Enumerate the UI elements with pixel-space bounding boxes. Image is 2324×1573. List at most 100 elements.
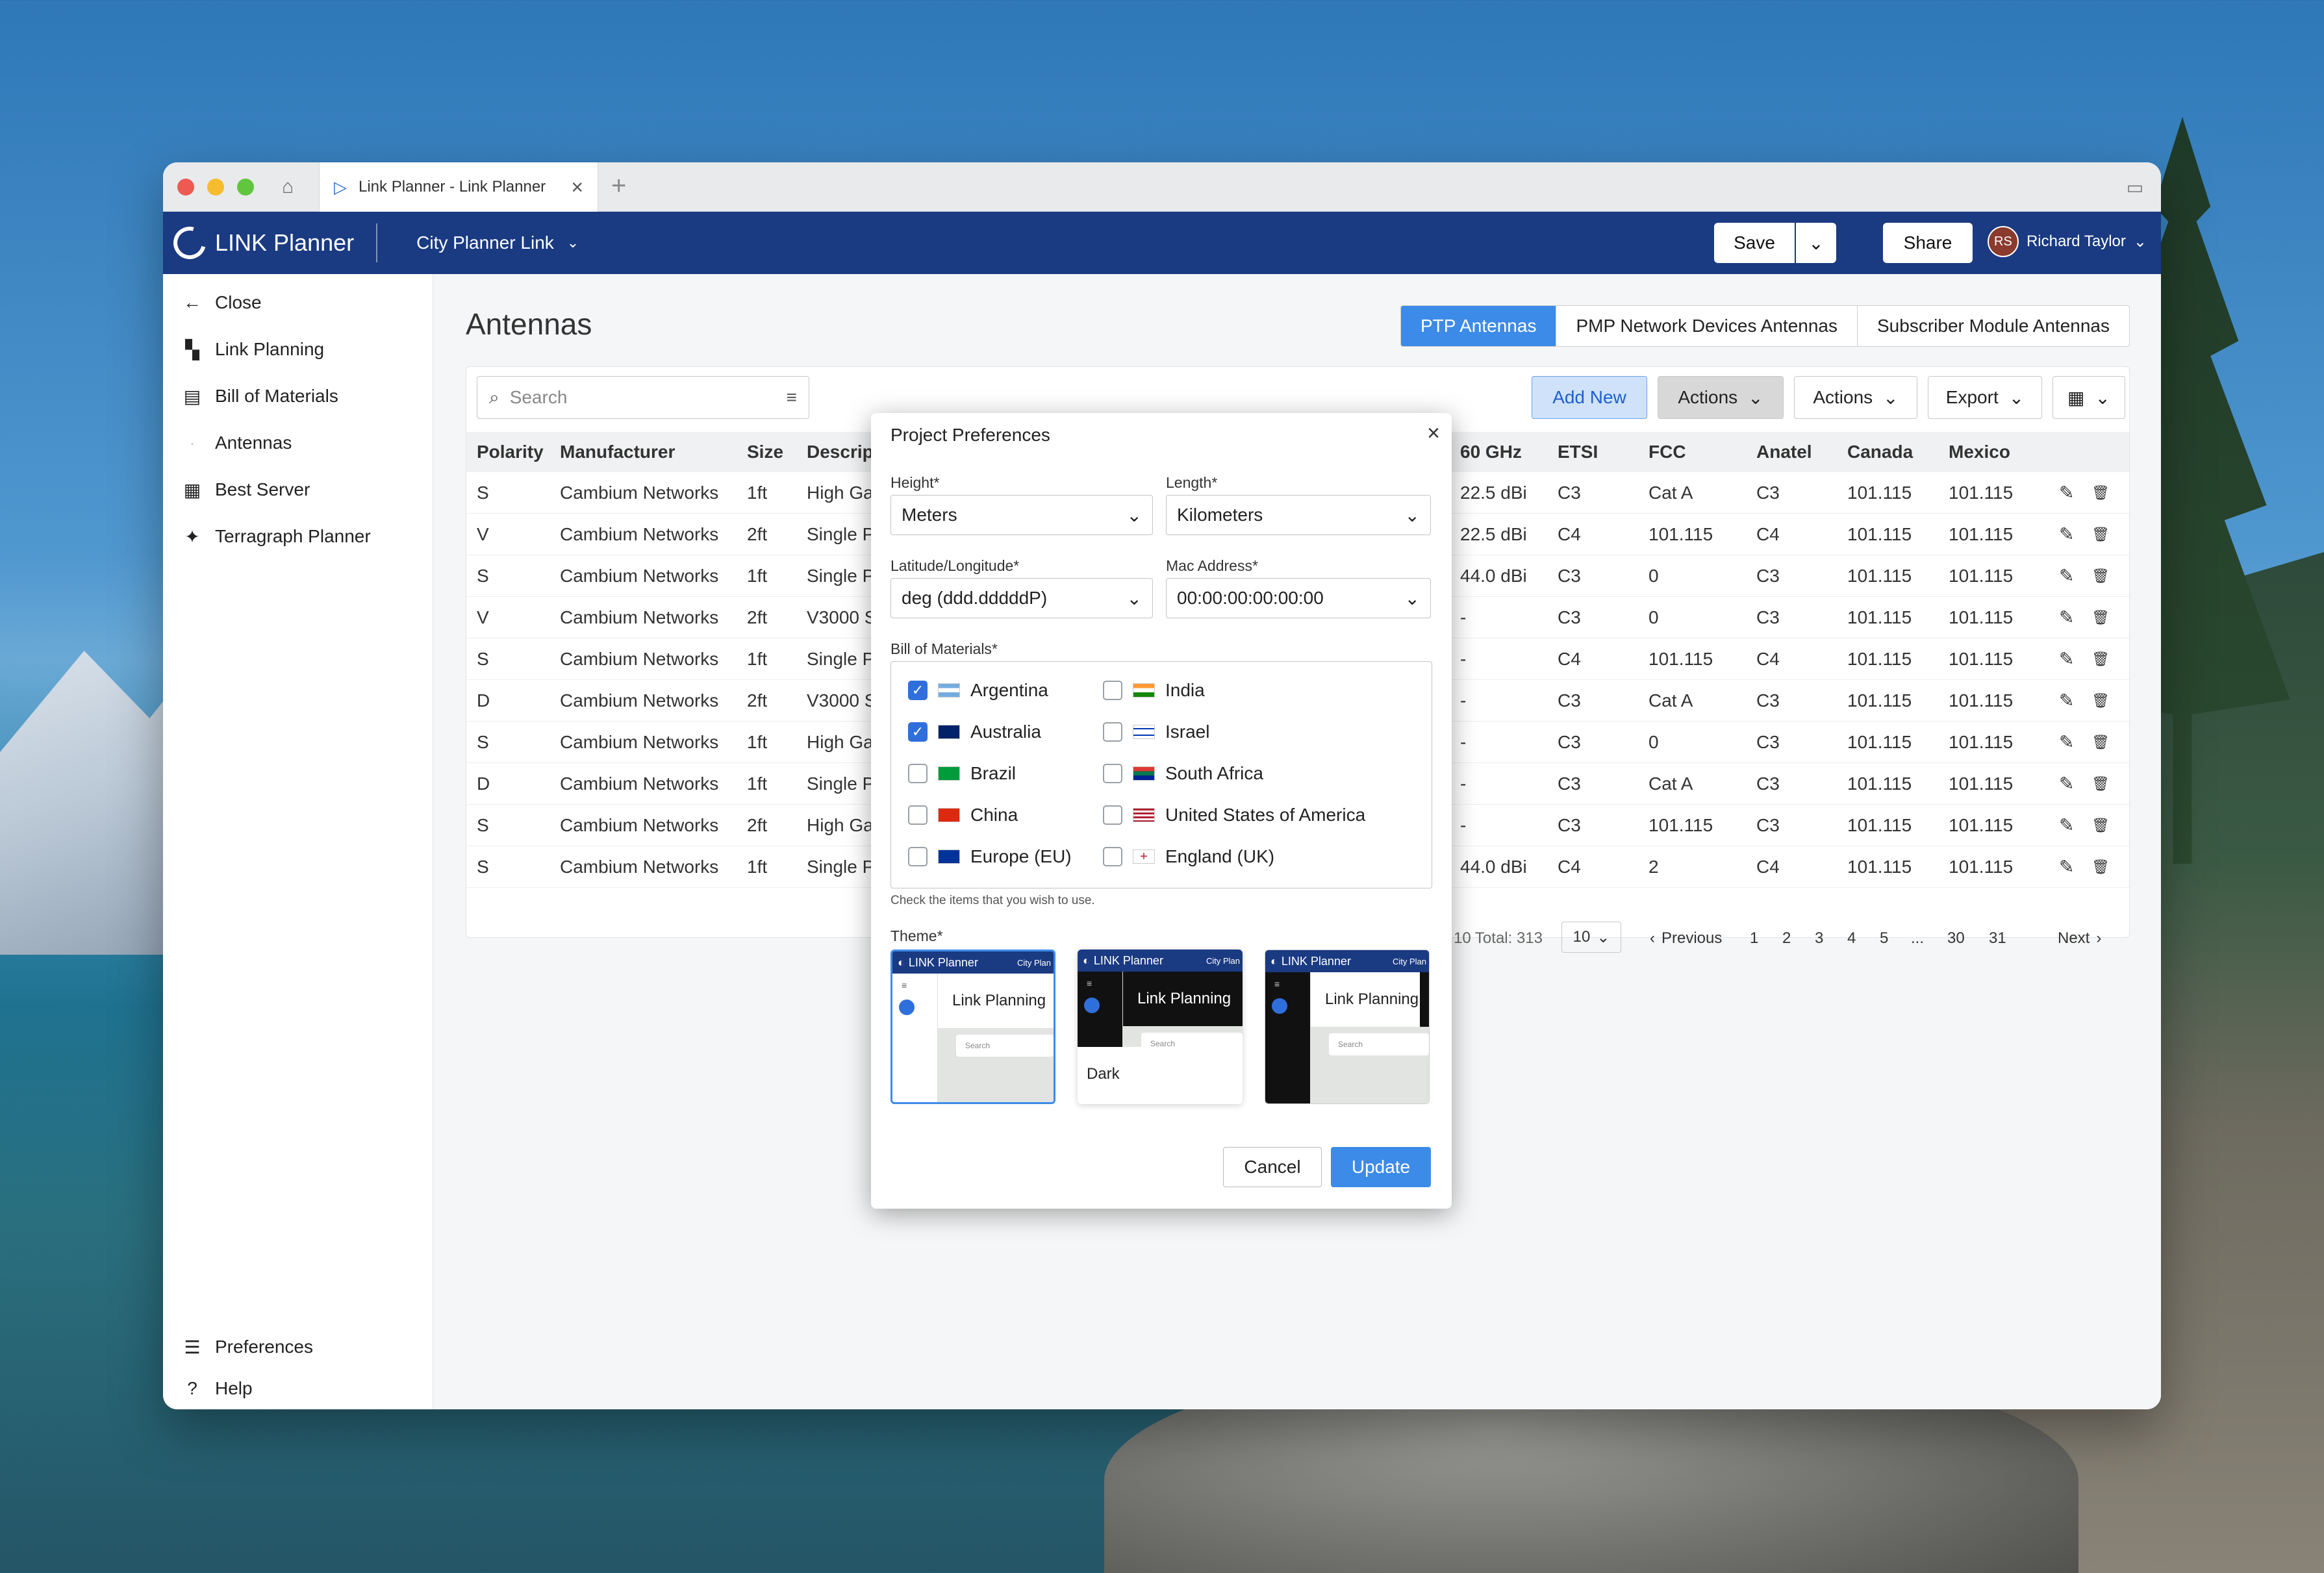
theme-light-option[interactable]: ◐ LINK Planner City Plan ≡ Link Planning Sear… (890, 950, 1055, 1104)
sidebar-item-preferences[interactable]: ☰ Preferences (163, 1326, 433, 1368)
tab-pmp-network-devices-antennas[interactable]: PMP Network Devices Antennas (1556, 306, 1858, 346)
column-header[interactable]: Descript (807, 442, 879, 462)
checkbox[interactable] (1103, 722, 1122, 742)
column-header[interactable]: ETSI (1558, 442, 1598, 462)
update-button[interactable]: Update (1331, 1147, 1431, 1187)
app-logo[interactable]: LINK Planner (163, 220, 354, 266)
checkbox[interactable] (1103, 681, 1122, 700)
filter-icon[interactable]: ≡ (787, 387, 797, 408)
delete-icon[interactable]: 🗑 (2091, 859, 2110, 875)
edit-icon[interactable]: ✎ (2059, 856, 2074, 877)
edit-icon[interactable]: ✎ (2059, 482, 2074, 503)
column-header[interactable]: Size (747, 442, 783, 462)
delete-icon[interactable]: 🗑 (2091, 651, 2110, 668)
sidebar-item-bill-of-materials[interactable]: ▤ Bill of Materials (163, 373, 433, 420)
add-new-button[interactable]: Add New (1532, 376, 1647, 419)
project-selector[interactable]: City Planner Link ⌄ (416, 233, 579, 253)
tab-ptp-antennas[interactable]: PTP Antennas (1400, 306, 1557, 346)
checkbox[interactable] (908, 805, 928, 825)
checkbox[interactable] (908, 764, 928, 783)
previous-button[interactable]: ‹ Previous (1650, 929, 1722, 948)
edit-icon[interactable]: ✎ (2059, 648, 2074, 670)
column-header[interactable]: Mexico (1949, 442, 2010, 462)
bom-item-europe-eu[interactable]: Europe (EU) (908, 846, 1072, 867)
minimize-window-button[interactable] (207, 179, 224, 195)
height-select[interactable]: Meters ⌄ (890, 495, 1153, 535)
delete-icon[interactable]: 🗑 (2091, 568, 2110, 585)
browser-tab[interactable]: ▷ Link Planner - Link Planner × (319, 162, 598, 212)
delete-icon[interactable]: 🗑 (2091, 609, 2110, 626)
share-button[interactable]: Share (1883, 223, 1973, 263)
maximize-window-button[interactable] (237, 179, 254, 195)
home-icon[interactable]: ⌂ (273, 173, 302, 201)
bom-item-argentina[interactable]: ✓ Argentina (908, 680, 1048, 701)
sidebar-item-terragraph-planner[interactable]: ✦ Terragraph Planner (163, 513, 433, 560)
page-number[interactable]: 5 (1880, 929, 1888, 948)
delete-icon[interactable]: 🗑 (2091, 484, 2110, 501)
checkbox[interactable] (1103, 764, 1122, 783)
actions-button-primary[interactable]: Actions ⌄ (1658, 376, 1784, 419)
bom-item-australia[interactable]: ✓ Australia (908, 722, 1041, 742)
save-button[interactable]: Save (1714, 223, 1795, 263)
checkbox[interactable] (908, 847, 928, 866)
page-size-select[interactable]: 10 ⌄ (1561, 922, 1621, 953)
sidebar-item-link-planning[interactable]: ▚ Link Planning (163, 326, 433, 373)
column-header[interactable]: FCC (1648, 442, 1686, 462)
page-number[interactable]: 31 (1989, 929, 2006, 948)
checkbox[interactable]: ✓ (908, 722, 928, 742)
new-tab-icon[interactable]: + (611, 171, 626, 201)
delete-icon[interactable]: 🗑 (2091, 692, 2110, 709)
export-button[interactable]: Export ⌄ (1928, 376, 2042, 419)
theme-mixed-option[interactable]: ◐ LINK Planner City Plan ≡ Link Planning Sear… (1265, 950, 1430, 1104)
delete-icon[interactable]: 🗑 (2091, 734, 2110, 751)
save-dropdown-button[interactable]: ⌄ (1796, 223, 1836, 263)
bom-item-south-africa[interactable]: South Africa (1103, 763, 1263, 784)
edit-icon[interactable]: ✎ (2059, 565, 2074, 586)
sidebar-item-antennas[interactable]: · Antennas (163, 420, 433, 466)
tab-subscriber-module-antennas[interactable]: Subscriber Module Antennas (1858, 306, 2129, 346)
sidebar-item-best-server[interactable]: ▦ Best Server (163, 466, 433, 513)
search-input[interactable]: ⌕ Search ≡ (477, 376, 809, 419)
user-menu[interactable]: RS Richard Taylor ⌄ (1987, 226, 2147, 257)
checkbox[interactable] (1103, 805, 1122, 825)
actions-button-secondary[interactable]: Actions ⌄ (1794, 376, 1917, 419)
delete-icon[interactable]: 🗑 (2091, 775, 2110, 792)
close-tab-icon[interactable]: × (571, 175, 583, 199)
column-header[interactable]: Polarity (477, 442, 544, 462)
bom-item-india[interactable]: India (1103, 680, 1205, 701)
bom-item-china[interactable]: China (908, 805, 1018, 825)
cancel-button[interactable]: Cancel (1223, 1147, 1322, 1187)
latlon-select[interactable]: deg (ddd.dddddP) ⌄ (890, 578, 1153, 618)
column-header[interactable]: Manufacturer (560, 442, 675, 462)
column-settings-button[interactable]: ▦ ⌄ (2052, 376, 2125, 419)
bom-item-brazil[interactable]: Brazil (908, 763, 1016, 784)
edit-icon[interactable]: ✎ (2059, 523, 2074, 545)
close-icon[interactable]: × (1427, 421, 1440, 446)
column-header[interactable]: Canada (1847, 442, 1913, 462)
page-number[interactable]: 4 (1847, 929, 1856, 948)
column-header[interactable]: 60 GHz (1460, 442, 1522, 462)
edit-icon[interactable]: ✎ (2059, 690, 2074, 711)
bom-item-england-uk[interactable]: + England (UK) (1103, 846, 1274, 867)
page-number[interactable]: 3 (1815, 929, 1823, 948)
checkbox[interactable] (1103, 847, 1122, 866)
checkbox[interactable]: ✓ (908, 681, 928, 700)
column-header[interactable]: Anatel (1756, 442, 1812, 462)
sidebar-item-help[interactable]: ? Help (163, 1368, 433, 1409)
edit-icon[interactable]: ✎ (2059, 773, 2074, 794)
edit-icon[interactable]: ✎ (2059, 607, 2074, 628)
bom-item-united-states-of-america[interactable]: United States of America (1103, 805, 1365, 825)
delete-icon[interactable]: 🗑 (2091, 817, 2110, 834)
edit-icon[interactable]: ✎ (2059, 814, 2074, 836)
page-number[interactable]: 1 (1750, 929, 1758, 948)
mac-address-select[interactable]: 00:00:00:00:00:00 ⌄ (1166, 578, 1431, 618)
page-number[interactable]: 2 (1782, 929, 1791, 948)
bom-item-israel[interactable]: Israel (1103, 722, 1209, 742)
page-number[interactable]: 30 (1947, 929, 1965, 948)
length-select[interactable]: Kilometers ⌄ (1166, 495, 1431, 535)
sidebar-toggle-icon[interactable]: ▭ (2122, 174, 2148, 200)
sidebar-item-close[interactable]: ← Close (163, 279, 433, 326)
delete-icon[interactable]: 🗑 (2091, 526, 2110, 543)
edit-icon[interactable]: ✎ (2059, 731, 2074, 753)
close-window-button[interactable] (177, 179, 194, 195)
